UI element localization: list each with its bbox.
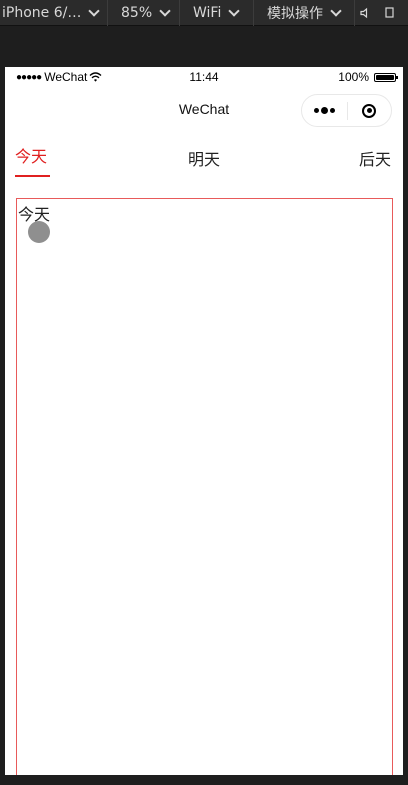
- zoom-select-label: 85%: [121, 4, 153, 21]
- status-bar: ●●●●● WeChat 11:44 100%: [5, 67, 403, 87]
- zoom-select[interactable]: 85%: [108, 0, 180, 26]
- tab-day-after-tomorrow[interactable]: 后天: [359, 146, 391, 170]
- simulator-bottom: [0, 775, 408, 785]
- speaker-icon: [360, 7, 368, 18]
- more-dots-icon: [313, 107, 336, 114]
- devtools-toolbar: iPhone 6/… 85% WiFi 模拟操作: [0, 0, 408, 26]
- chevron-down-icon: [159, 4, 171, 17]
- tab-content-panel: 今天: [16, 198, 393, 775]
- close-button[interactable]: [347, 95, 391, 126]
- phone-screen: ●●●●● WeChat 11:44 100% WeChat 今天 明天 后天 …: [5, 67, 403, 775]
- tab-tomorrow[interactable]: 明天: [188, 146, 220, 170]
- chevron-down-icon: [88, 4, 101, 17]
- avatar[interactable]: [28, 221, 50, 243]
- navigation-bar: WeChat: [5, 87, 403, 131]
- simulator-background: [0, 27, 408, 67]
- target-icon: [362, 103, 377, 118]
- network-select-label: WiFi: [193, 4, 222, 21]
- status-right: 100%: [338, 70, 398, 84]
- copy-icon: [385, 6, 394, 18]
- menu-capsule: [301, 94, 392, 127]
- battery-icon: [374, 72, 398, 82]
- simulate-select-label: 模拟操作: [267, 5, 323, 22]
- network-select[interactable]: WiFi: [180, 0, 254, 26]
- tab-today[interactable]: 今天: [15, 143, 47, 167]
- chevron-down-icon: [330, 4, 342, 17]
- screenshot-button[interactable]: [383, 0, 395, 26]
- active-tab-indicator: [15, 175, 50, 177]
- battery-percent: 100%: [338, 70, 369, 84]
- sound-button[interactable]: [355, 0, 383, 26]
- simulate-select[interactable]: 模拟操作: [254, 0, 355, 26]
- chevron-down-icon: [228, 4, 241, 17]
- device-select-label: iPhone 6/…: [2, 4, 82, 21]
- day-tabs: 今天 明天 后天: [5, 143, 403, 179]
- device-select[interactable]: iPhone 6/…: [0, 0, 108, 26]
- more-button[interactable]: [302, 95, 347, 126]
